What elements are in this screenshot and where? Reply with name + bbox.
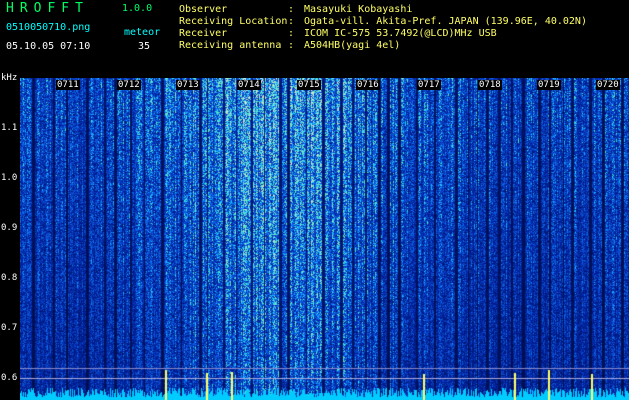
- x-tick-label: 0712: [117, 80, 141, 90]
- x-tick-label: 0717: [417, 80, 441, 90]
- antenna-separator: :: [288, 40, 295, 51]
- observer-value: Masayuki Kobayashi: [304, 4, 413, 15]
- x-tick-label: 0718: [478, 80, 502, 90]
- location-label: Receiving Location: [179, 16, 288, 27]
- observer-label: Observer: [179, 4, 228, 15]
- x-tick-label: 0714: [237, 80, 261, 90]
- meteor-label: meteor: [124, 27, 161, 38]
- y-tick-label: 1.0: [1, 173, 18, 183]
- receiver-value: ICOM IC-575 53.7492(@LCD)MHz USB: [304, 28, 497, 39]
- x-tick-label: 0715: [297, 80, 321, 90]
- app-title: HROFFT: [6, 1, 89, 16]
- app-version: 1.0.0: [122, 3, 153, 14]
- observer-separator: :: [288, 4, 295, 15]
- y-tick-label: 0.9: [1, 223, 18, 233]
- y-tick-label: 1.1: [1, 123, 18, 133]
- antenna-value: A504HB(yagi 4el): [304, 40, 401, 51]
- x-tick-label: 0720: [596, 80, 620, 90]
- spectrogram-plot: [20, 78, 629, 400]
- x-tick-label: 0713: [176, 80, 200, 90]
- receiver-label: Receiver: [179, 28, 228, 39]
- y-axis-label: kHz: [1, 73, 18, 83]
- timestamp: 05.10.05 07:10: [6, 41, 91, 52]
- meteor-count: 35: [138, 41, 151, 52]
- file-name: 0510050710.png: [6, 22, 91, 33]
- y-tick-label: 0.6: [1, 373, 18, 383]
- x-tick-label: 0711: [56, 80, 80, 90]
- x-tick-label: 0719: [537, 80, 561, 90]
- x-tick-label: 0716: [356, 80, 380, 90]
- y-tick-label: 0.8: [1, 273, 18, 283]
- y-tick-label: 0.7: [1, 323, 18, 333]
- location-separator: :: [288, 16, 295, 27]
- location-value: Ogata-vill. Akita-Pref. JAPAN (139.96E, …: [304, 16, 587, 27]
- antenna-label: Receiving antenna: [179, 40, 282, 51]
- receiver-separator: :: [288, 28, 295, 39]
